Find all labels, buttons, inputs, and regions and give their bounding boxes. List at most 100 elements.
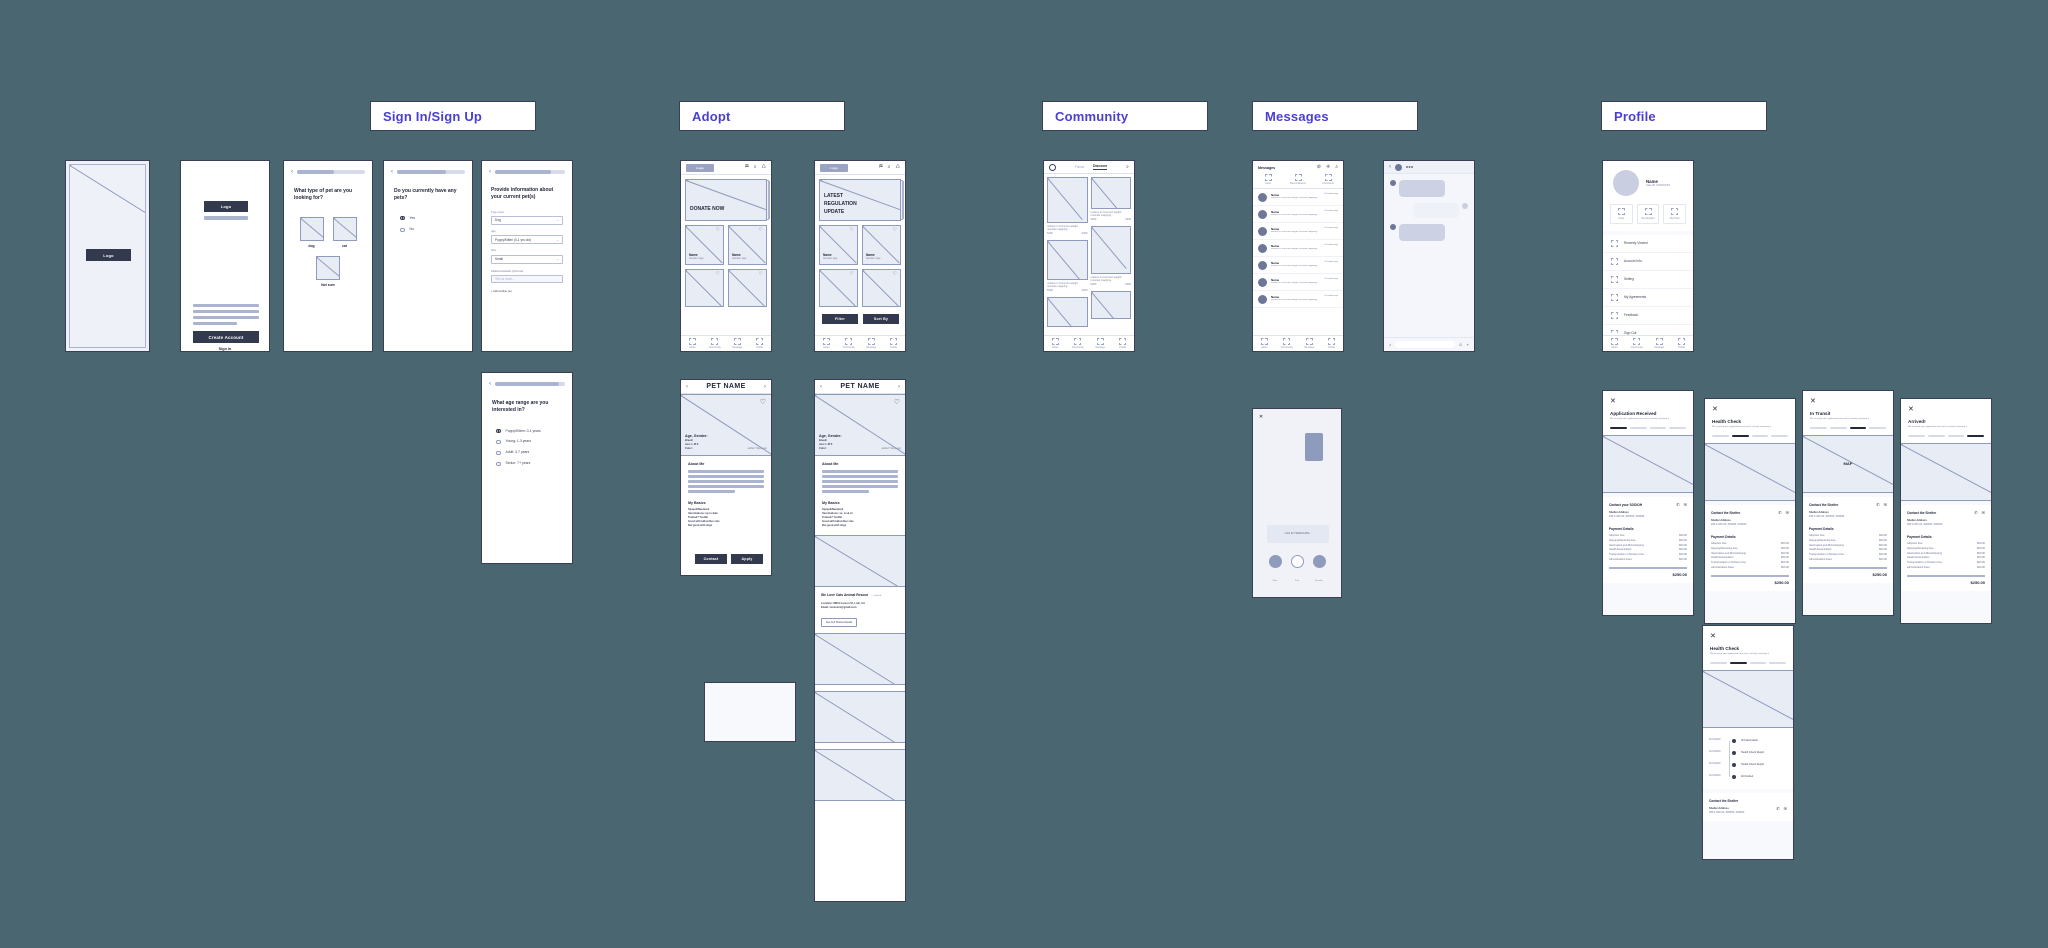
speaker-icon[interactable]	[1312, 555, 1326, 568]
age-select[interactable]: Puppy/Kitten (0-1 yrs old) ⌄	[491, 235, 563, 245]
post-card[interactable]	[1047, 297, 1088, 328]
forward-icon[interactable]: ›	[764, 384, 766, 390]
chat-input[interactable]	[1395, 341, 1455, 348]
stat-liked[interactable]: Liked	[1610, 204, 1633, 224]
map-icon[interactable]: ⛿	[879, 165, 883, 170]
back-icon[interactable]: ‹	[1389, 164, 1391, 170]
back-icon[interactable]: ‹	[489, 381, 491, 387]
phone-icon[interactable]: ✆	[1676, 502, 1679, 507]
tab-adopt[interactable]: Adopt	[681, 336, 704, 351]
back-icon[interactable]: ‹	[820, 384, 822, 390]
favorite-icon[interactable]: ♡	[716, 272, 720, 277]
mail-icon[interactable]: ✉	[1784, 806, 1787, 811]
search-icon[interactable]: ⌕	[888, 165, 891, 170]
phone-icon[interactable]: ✆	[1778, 510, 1781, 515]
tab-new-followers[interactable]: New Followers	[1283, 174, 1313, 185]
favorite-icon[interactable]: ♡	[716, 228, 720, 233]
tab-profile[interactable]: Profile	[749, 336, 772, 351]
close-icon[interactable]: ✕	[1712, 406, 1788, 413]
tab-adopt[interactable]: Adopt	[1603, 336, 1626, 351]
radio-adult[interactable]: Adult: 3-7 years	[496, 450, 572, 456]
profile-menu-item[interactable]: Feedback	[1603, 307, 1693, 325]
close-icon[interactable]: ✕	[1610, 398, 1686, 405]
size-select[interactable]: Small ⌄	[491, 254, 563, 264]
tab-message[interactable]: Message	[1089, 336, 1112, 351]
bell-icon[interactable]: ♺	[896, 165, 900, 170]
phone-icon[interactable]: ✆	[1974, 510, 1977, 515]
tab-profile[interactable]: Profile	[1112, 336, 1135, 351]
tab-follow[interactable]: Follow	[1075, 165, 1084, 169]
add-icon[interactable]: ✛	[1326, 165, 1330, 170]
tab-community[interactable]: Community	[1626, 336, 1649, 351]
tab-message[interactable]: Message	[726, 336, 749, 351]
tab-message[interactable]: Message	[1648, 336, 1671, 351]
mail-icon[interactable]: ✉	[1684, 502, 1687, 507]
back-icon[interactable]: ‹	[291, 169, 293, 175]
regulation-banner[interactable]: LATEST REGULATION UPDATE	[819, 179, 901, 221]
message-row[interactable]: Name 10 months ago umbers in Common weight…	[1253, 274, 1343, 291]
donate-banner[interactable]: DONATE NOW	[685, 179, 767, 221]
post-card[interactable]	[1090, 177, 1131, 209]
mail-icon[interactable]: ✉	[1786, 510, 1789, 515]
search-icon[interactable]: ⌕	[1335, 165, 1338, 170]
add-another-pet-link[interactable]: + Add another pet	[491, 290, 563, 294]
tab-community[interactable]: Community	[838, 336, 861, 351]
tab-profile[interactable]: Profile	[883, 336, 906, 351]
compose-icon[interactable]	[1049, 163, 1056, 171]
avatar[interactable]	[1613, 170, 1639, 196]
favorite-icon[interactable]: ♡	[894, 399, 900, 406]
plus-icon[interactable]: +	[1467, 342, 1469, 347]
tab-message[interactable]: Message	[1298, 336, 1321, 351]
close-icon[interactable]: ✕	[1810, 398, 1886, 405]
tab-comments[interactable]: Comments	[1313, 174, 1343, 185]
profile-menu-item[interactable]: Account Info	[1603, 253, 1693, 271]
favorite-icon[interactable]: ♡	[893, 272, 897, 277]
close-icon[interactable]: ✕	[1908, 406, 1984, 413]
message-row[interactable]: Name 10 months ago umbers in Common weight…	[1253, 223, 1343, 240]
message-row[interactable]: Name 10 months ago umbers in Common weight…	[1253, 257, 1343, 274]
tab-discover[interactable]: Discover	[1093, 164, 1108, 170]
mute-icon[interactable]	[1268, 555, 1282, 568]
apply-button[interactable]: Apply	[731, 554, 763, 564]
emoji-icon[interactable]: ☺	[1459, 342, 1463, 347]
message-row[interactable]: Name 10 months ago umbers in Common weight…	[1253, 189, 1343, 206]
close-icon[interactable]: ✕	[1259, 415, 1263, 420]
filter-button[interactable]: Filter	[822, 314, 858, 324]
message-row[interactable]: Name 10 months ago umbers in Common weight…	[1253, 206, 1343, 223]
radio-yes[interactable]: Yes	[400, 216, 472, 221]
back-icon[interactable]: ‹	[489, 169, 491, 175]
search-icon[interactable]: ⌕	[1126, 164, 1129, 170]
option-dog[interactable]: dog	[300, 244, 324, 248]
favorite-icon[interactable]: ♡	[893, 228, 897, 233]
favorite-icon[interactable]: ♡	[759, 228, 763, 233]
back-icon[interactable]: ‹	[686, 384, 688, 390]
profile-menu-item[interactable]: Setting	[1603, 271, 1693, 289]
sort-button[interactable]: Sort By	[863, 314, 899, 324]
message-row[interactable]: Name 10 months ago umbers in Common weight…	[1253, 291, 1343, 308]
profile-menu-item[interactable]: My Agreements	[1603, 289, 1693, 307]
phone-icon[interactable]: ✆	[1876, 502, 1879, 507]
favorite-icon[interactable]: ♡	[850, 228, 854, 233]
tab-adopt[interactable]: Adopt	[1044, 336, 1067, 351]
contact-button[interactable]: Contact	[695, 554, 727, 564]
type-of-pet-select[interactable]: Dog ⌄	[491, 215, 563, 225]
no-disturb-icon[interactable]: ⊘	[1317, 165, 1321, 170]
stat-my-posts[interactable]: My Posts	[1663, 204, 1687, 224]
create-account-button[interactable]: Create Account	[193, 331, 259, 343]
radio-young[interactable]: Young: 1-3 years	[496, 439, 572, 445]
avatar[interactable]	[1395, 163, 1402, 171]
rescue-name[interactable]: We Love Cats Animal Rescue	[821, 593, 868, 597]
radio-senior[interactable]: Senior: 7+ years	[496, 461, 572, 467]
message-row[interactable]: Name 10 months ago umbers in Common weight…	[1253, 240, 1343, 257]
tab-community[interactable]: Community	[704, 336, 727, 351]
tab-likes[interactable]: Likes	[1253, 174, 1283, 185]
post-card[interactable]	[1090, 291, 1131, 320]
tab-community[interactable]: Community	[1067, 336, 1090, 351]
map-icon[interactable]: ⛿	[745, 165, 749, 170]
post-card[interactable]	[1047, 240, 1088, 281]
search-icon[interactable]: ⌕	[754, 165, 757, 170]
tab-profile[interactable]: Profile	[1321, 336, 1344, 351]
tab-profile[interactable]: Profile	[1671, 336, 1694, 351]
mail-icon[interactable]: ✉	[1982, 510, 1985, 515]
favorite-icon[interactable]: ♡	[850, 272, 854, 277]
